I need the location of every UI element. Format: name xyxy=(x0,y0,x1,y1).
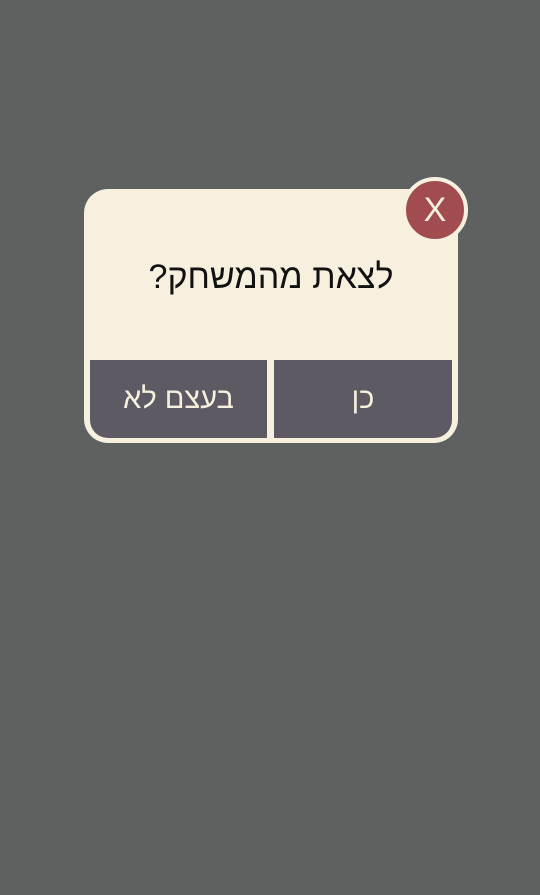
exit-dialog: לצאת מהמשחק? בעצם לא כן xyxy=(84,189,458,443)
close-icon: X xyxy=(423,191,447,229)
yes-button[interactable]: כן xyxy=(274,360,452,438)
close-button[interactable]: X xyxy=(402,177,468,243)
dialog-question: לצאת מהמשחק? xyxy=(148,258,394,296)
no-button[interactable]: בעצם לא xyxy=(90,360,267,438)
